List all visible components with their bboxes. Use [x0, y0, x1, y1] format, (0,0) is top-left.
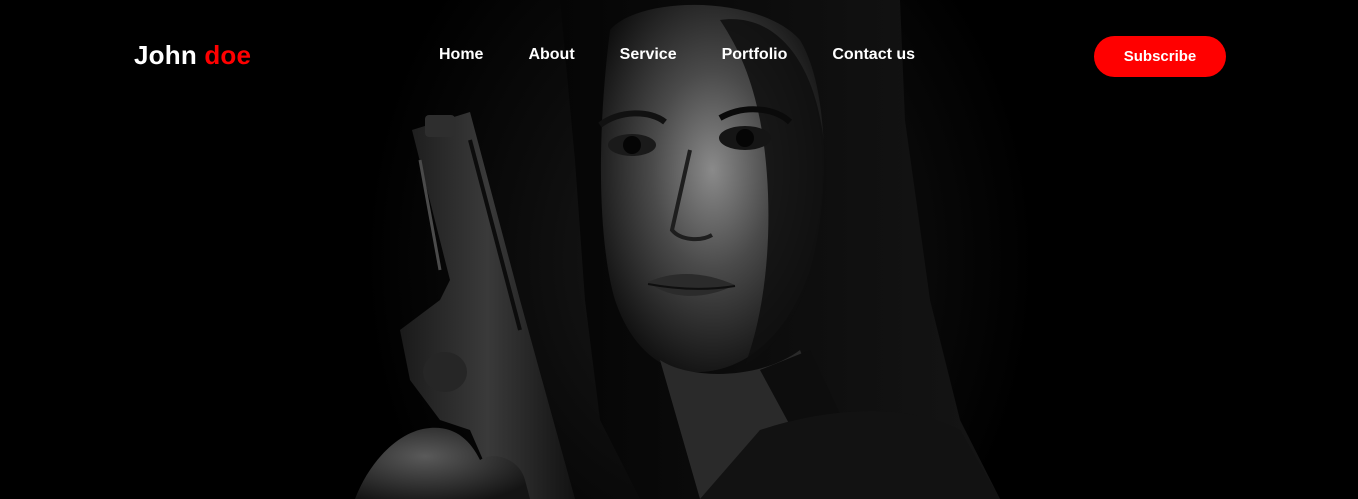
nav-item-service: Service: [620, 46, 677, 64]
nav-link-service[interactable]: Service: [620, 46, 677, 63]
main-navigation: Home About Service Portfolio Contact us: [439, 46, 915, 64]
nav-link-about[interactable]: About: [528, 46, 574, 63]
nav-link-contact-us[interactable]: Contact us: [832, 46, 915, 63]
nav-link-home[interactable]: Home: [439, 46, 483, 63]
nav-item-home: Home: [439, 46, 483, 64]
logo-last-name: doe: [204, 40, 252, 70]
site-header: John doe Home About Service Portfolio Co…: [0, 0, 1358, 112]
site-logo[interactable]: John doe: [134, 40, 251, 71]
nav-item-about: About: [528, 46, 574, 64]
nav-item-portfolio: Portfolio: [722, 46, 788, 64]
nav-item-contact: Contact us: [832, 46, 915, 64]
subscribe-button[interactable]: Subscribe: [1094, 36, 1226, 77]
logo-first-name: John: [134, 40, 197, 70]
nav-link-portfolio[interactable]: Portfolio: [722, 46, 788, 63]
